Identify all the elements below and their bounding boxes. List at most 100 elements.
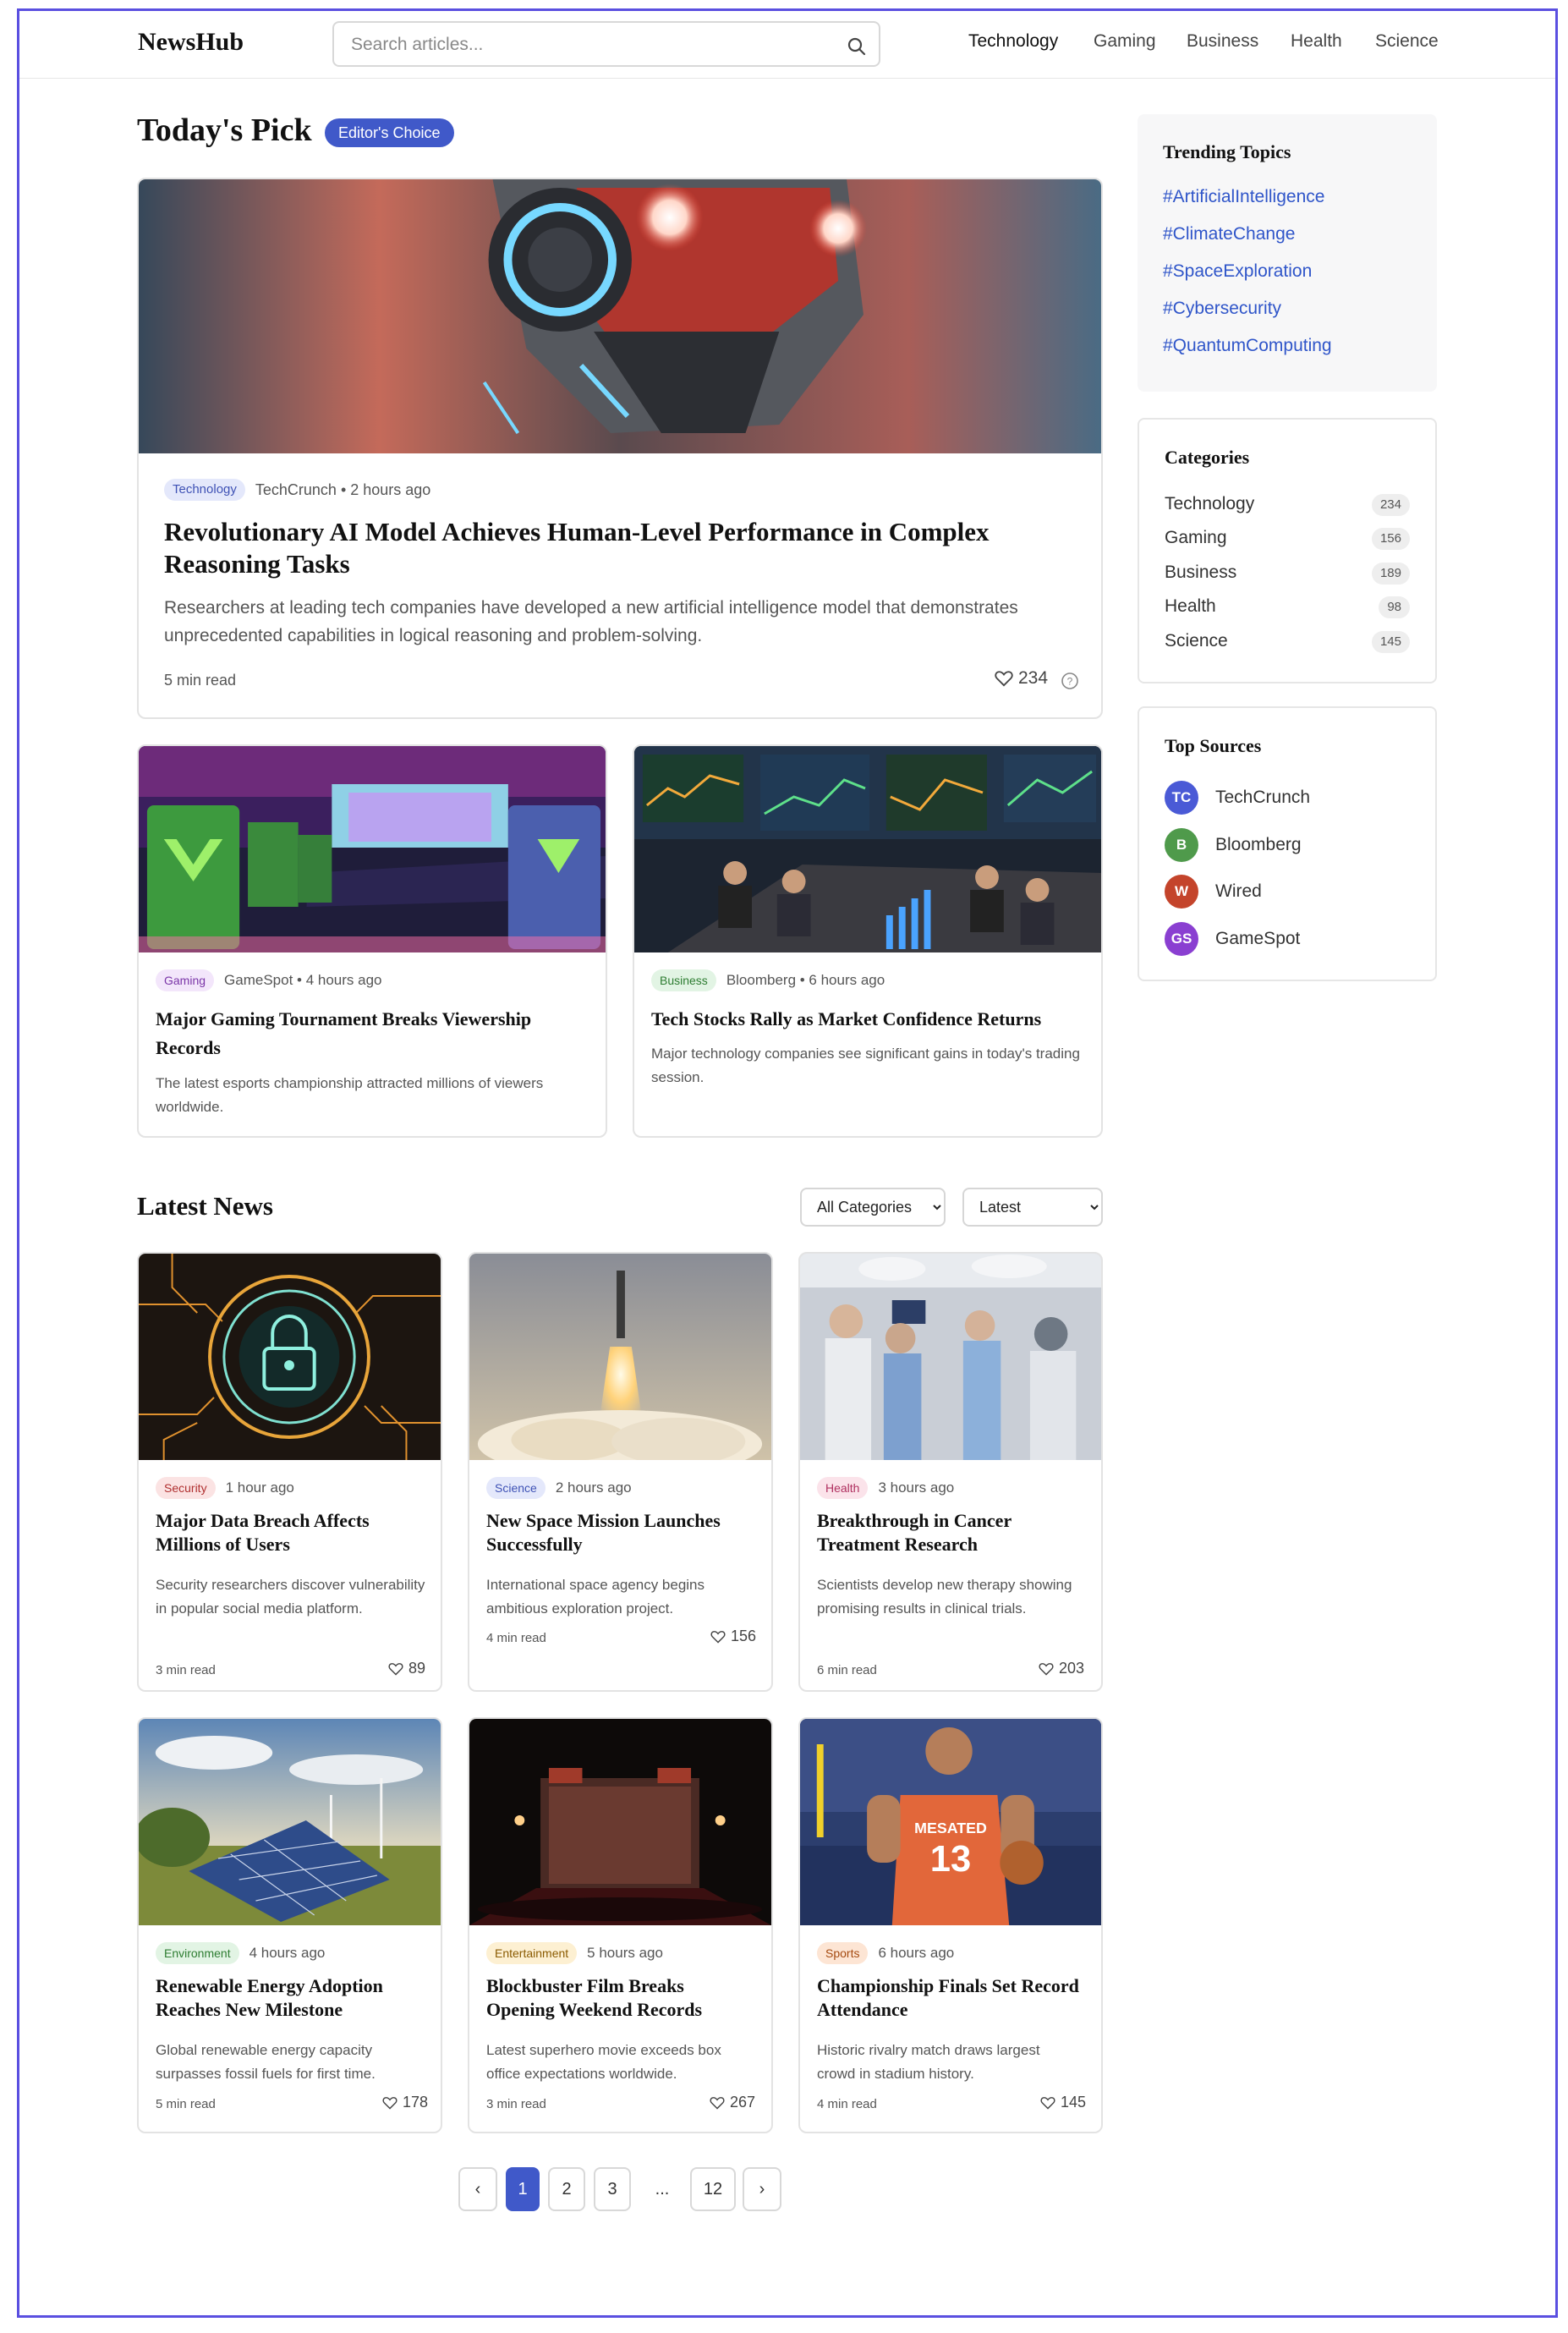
news-card-sports[interactable]: MESATED 13 Sports 6 hours ago Championsh… <box>798 1717 1103 2133</box>
gaming-arena-image[interactable] <box>139 746 606 952</box>
source-name: Wired <box>1215 881 1262 901</box>
top-sources-panel: Top Sources TC TechCrunch B Bloomberg W Wir… <box>1138 706 1437 981</box>
trending-topic-link[interactable]: #ClimateChange <box>1163 224 1332 244</box>
search-input[interactable] <box>351 33 825 57</box>
source-item-bloomberg[interactable]: B Bloomberg <box>1165 828 1302 862</box>
gaming-title[interactable]: Major Gaming Tournament Breaks Viewershi… <box>156 1005 578 1062</box>
stock-trading-room-image[interactable] <box>634 746 1101 952</box>
next-page-button[interactable]: › <box>743 2167 781 2211</box>
help-icon[interactable]: ? <box>1061 672 1079 690</box>
like-button[interactable]: 203 <box>1039 1660 1084 1677</box>
section-title-latest-news: Latest News <box>137 1191 273 1221</box>
category-name: Business <box>1165 563 1237 582</box>
trending-topic-link[interactable]: #QuantumComputing <box>1163 336 1332 356</box>
heart-icon <box>995 671 1013 687</box>
surgeons-image[interactable] <box>800 1254 1101 1460</box>
search-icon[interactable] <box>847 36 867 57</box>
environment-title[interactable]: Renewable Energy Adoption Reaches New Mi… <box>156 1974 426 2022</box>
source-name: Bloomberg <box>1215 835 1302 854</box>
pagination-ellipsis: ... <box>643 2167 682 2211</box>
entertainment-title[interactable]: Blockbuster Film Breaks Opening Weekend … <box>486 1974 757 2022</box>
trending-topic-link[interactable]: #SpaceExploration <box>1163 261 1332 282</box>
news-card-entertainment[interactable]: Entertainment 5 hours ago Blockbuster Fi… <box>468 1717 773 2133</box>
business-article-card[interactable]: Business Bloomberg • 6 hours ago Tech St… <box>633 744 1103 1138</box>
nav-health[interactable]: Health <box>1291 31 1342 52</box>
category-tag: Security <box>156 1477 216 1499</box>
nav-technology[interactable]: Technology <box>968 31 1058 52</box>
health-title[interactable]: Breakthrough in Cancer Treatment Researc… <box>817 1509 1071 1556</box>
news-card-science[interactable]: Science 2 hours ago New Space Mission La… <box>468 1252 773 1692</box>
trending-topic-link[interactable]: #Cybersecurity <box>1163 299 1332 319</box>
robot-image[interactable] <box>139 179 1101 453</box>
page-3-button[interactable]: 3 <box>594 2167 631 2211</box>
source-item-gamespot[interactable]: GS GameSpot <box>1165 922 1300 956</box>
business-title[interactable]: Tech Stocks Rally as Market Confidence R… <box>651 1005 1083 1034</box>
category-item-gaming[interactable]: Gaming 156 <box>1165 528 1410 550</box>
read-time: 3 min read <box>486 2097 546 2111</box>
news-card-environment[interactable]: Environment 4 hours ago Renewable Energy… <box>137 1717 442 2133</box>
security-title[interactable]: Major Data Breach Affects Millions of Us… <box>156 1509 409 1556</box>
like-button[interactable]: 156 <box>710 1628 756 1645</box>
category-name: Science <box>1165 631 1228 650</box>
category-filter-dropdown[interactable]: All Categories <box>800 1188 946 1227</box>
category-name: Technology <box>1165 494 1255 513</box>
category-tag: Technology <box>164 479 245 501</box>
nav-science[interactable]: Science <box>1375 31 1439 52</box>
search-box[interactable] <box>332 21 880 67</box>
page-1-button[interactable]: 1 <box>506 2167 540 2211</box>
sports-title[interactable]: Championship Finals Set Record Attendanc… <box>817 1974 1079 2022</box>
movie-theater-image[interactable] <box>469 1719 771 1925</box>
like-button[interactable]: 89 <box>388 1660 425 1677</box>
page-12-button[interactable]: 12 <box>690 2167 736 2211</box>
editors-choice-badge: Editor's Choice <box>325 118 454 147</box>
sort-dropdown[interactable]: Latest <box>962 1188 1103 1227</box>
time-ago: 2 hours ago <box>555 1479 632 1496</box>
jersey-number: 13 <box>930 1838 971 1880</box>
categories-panel: Categories Technology 234 Gaming 156 Busin… <box>1138 418 1437 683</box>
category-tag: Gaming <box>156 969 215 991</box>
news-card-health[interactable]: Health 3 hours ago Breakthrough in Cance… <box>798 1252 1103 1692</box>
featured-title[interactable]: Revolutionary AI Model Achieves Human-Le… <box>164 516 1061 580</box>
business-description: Major technology companies see significa… <box>651 1046 1080 1085</box>
like-button[interactable]: 178 <box>382 2094 428 2111</box>
heart-icon <box>382 2096 397 2110</box>
news-card-security[interactable]: Security 1 hour ago Major Data Breach Af… <box>137 1252 442 1692</box>
category-item-science[interactable]: Science 145 <box>1165 631 1410 653</box>
environment-meta: Environment 4 hours ago <box>156 1942 325 1964</box>
source-time: TechCrunch • 2 hours ago <box>255 480 431 498</box>
category-tag: Environment <box>156 1942 239 1964</box>
nav-business[interactable]: Business <box>1187 31 1258 52</box>
basketball-player-image[interactable]: MESATED 13 <box>800 1719 1101 1925</box>
source-item-wired[interactable]: W Wired <box>1165 875 1262 908</box>
category-tag: Sports <box>817 1942 869 1964</box>
page-2-button[interactable]: 2 <box>548 2167 585 2211</box>
nav-gaming[interactable]: Gaming <box>1094 31 1156 52</box>
like-button[interactable]: 267 <box>710 2094 755 2111</box>
business-meta: Business Bloomberg • 6 hours ago <box>651 969 885 991</box>
like-button[interactable]: 234 <box>995 668 1048 689</box>
featured-article-card[interactable]: Technology TechCrunch • 2 hours ago Revo… <box>137 178 1103 719</box>
like-button[interactable]: 145 <box>1040 2094 1086 2111</box>
site-logo[interactable]: NewsHub <box>138 28 244 57</box>
rocket-launch-image[interactable] <box>469 1254 771 1460</box>
gaming-article-card[interactable]: Gaming GameSpot • 4 hours ago Major Gami… <box>137 744 607 1138</box>
source-name: TechCrunch <box>1215 788 1311 807</box>
gaming-meta: Gaming GameSpot • 4 hours ago <box>156 969 381 991</box>
category-item-technology[interactable]: Technology 234 <box>1165 494 1410 516</box>
entertainment-meta: Entertainment 5 hours ago <box>486 1942 663 1964</box>
category-item-health[interactable]: Health 98 <box>1165 596 1410 618</box>
time-ago: 6 hours ago <box>878 1945 955 1961</box>
category-tag: Science <box>486 1477 546 1499</box>
science-title[interactable]: New Space Mission Launches Successfully <box>486 1509 757 1556</box>
sports-description: Historic rivalry match draws largest cro… <box>817 2042 1040 2082</box>
source-item-techcrunch[interactable]: TC TechCrunch <box>1165 781 1310 815</box>
like-count: 156 <box>731 1628 757 1644</box>
heart-icon <box>710 2096 725 2110</box>
like-count: 203 <box>1059 1660 1085 1677</box>
category-item-business[interactable]: Business 189 <box>1165 563 1410 585</box>
prev-page-button[interactable]: ‹ <box>458 2167 497 2211</box>
solar-panels-image[interactable] <box>139 1719 441 1925</box>
padlock-circuit-image[interactable] <box>139 1254 441 1460</box>
trending-topic-link[interactable]: #ArtificialIntelligence <box>1163 187 1332 207</box>
heart-icon <box>1040 2096 1055 2110</box>
